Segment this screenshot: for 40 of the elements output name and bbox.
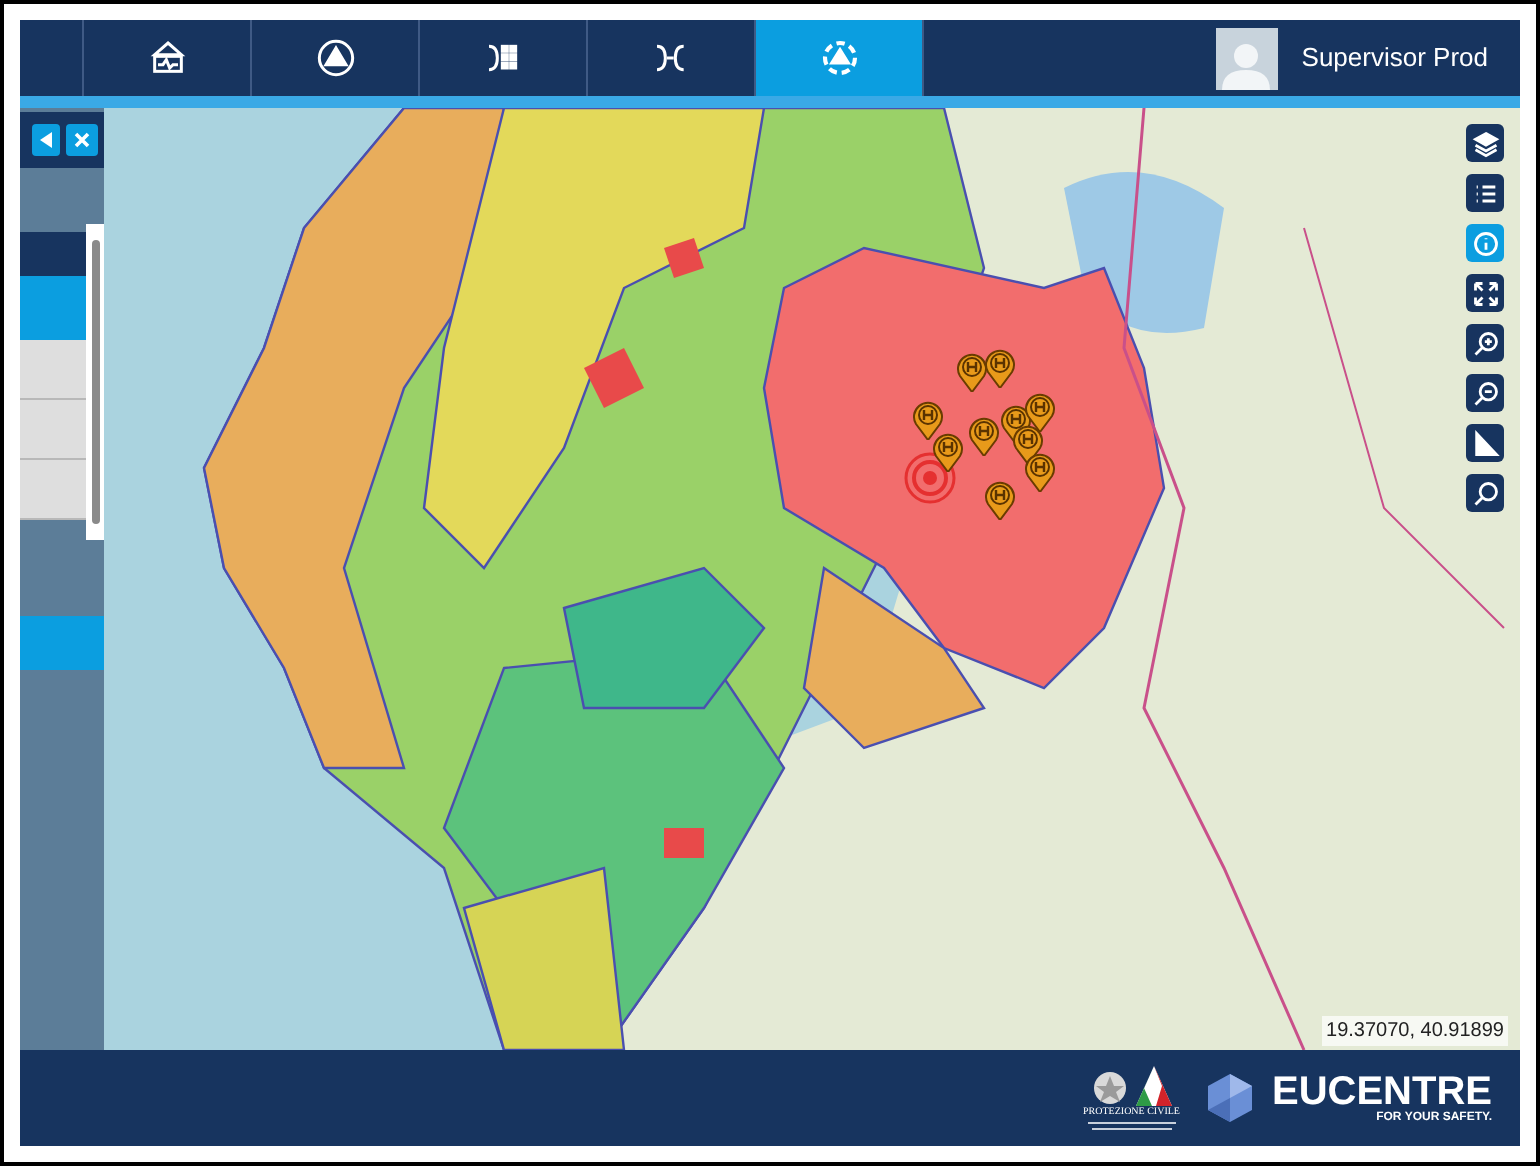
- map-marker-icon[interactable]: [984, 480, 1016, 520]
- zoom-in-icon: [1471, 329, 1499, 357]
- hexagon-logo-icon: [1203, 1072, 1256, 1124]
- map-marker-icon[interactable]: [1024, 392, 1056, 432]
- map-marker-icon[interactable]: [1024, 452, 1056, 492]
- expand-icon: [1471, 279, 1499, 307]
- search-icon: [1471, 479, 1499, 507]
- map-tool-button[interactable]: [1466, 274, 1504, 312]
- close-icon: [74, 132, 90, 148]
- user-name[interactable]: Supervisor Prod: [1301, 38, 1488, 78]
- map-marker-icon[interactable]: [932, 432, 964, 472]
- map-marker-icon[interactable]: [912, 400, 944, 440]
- map-marker-icon[interactable]: [956, 352, 988, 392]
- triangle-cycle-icon: [819, 38, 859, 78]
- zoom-out-icon: [1471, 379, 1499, 407]
- map-marker-icon[interactable]: [968, 416, 1000, 456]
- info-icon: [1471, 229, 1499, 257]
- collapse-button[interactable]: [32, 124, 60, 156]
- left-triangle-icon: [40, 132, 52, 148]
- map-tool-button[interactable]: [1466, 174, 1504, 212]
- triangle-logo-icon: [1133, 1064, 1174, 1108]
- close-button[interactable]: [66, 124, 98, 156]
- avatar-placeholder: [1215, 27, 1278, 89]
- target-icon: [904, 452, 956, 504]
- layers-icon: [1471, 129, 1499, 157]
- eucentre-logo-text: EUCENTRE: [1271, 1071, 1492, 1111]
- ruler-triangle-icon: [1471, 429, 1499, 457]
- coordinates-readout: 19.37070, 40.91899: [1322, 1016, 1508, 1046]
- map-tool-button[interactable]: [1466, 374, 1504, 412]
- scrollbar[interactable]: [86, 224, 104, 540]
- emblem-icon: [1089, 1068, 1130, 1108]
- fine-print-drawing: [1083, 1120, 1180, 1132]
- map-tool-button[interactable]: [1466, 474, 1504, 512]
- map-tool-button[interactable]: [1466, 324, 1504, 362]
- map-tool-button[interactable]: [1466, 424, 1504, 462]
- map-tool-button[interactable]: [1466, 124, 1504, 162]
- house-chart-icon: [147, 38, 187, 78]
- map-view[interactable]: 19.37070, 40.91899: [104, 108, 1520, 1050]
- map-marker-icon[interactable]: [984, 348, 1016, 388]
- panel-header: [20, 232, 86, 276]
